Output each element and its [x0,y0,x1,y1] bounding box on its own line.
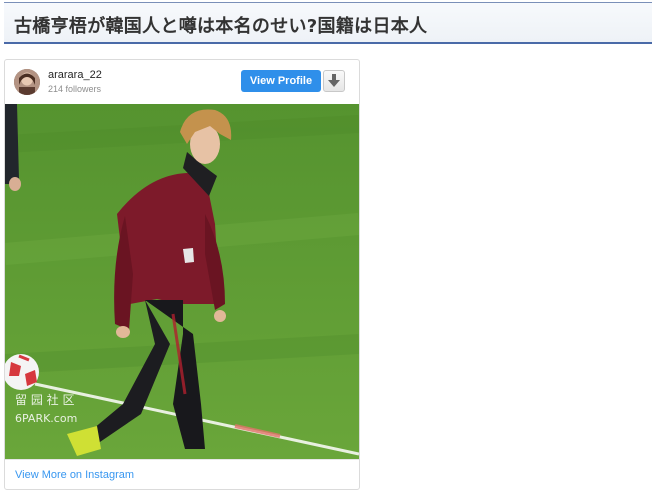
avatar[interactable] [14,69,40,95]
svg-text:留 园 社 区: 留 园 社 区 [15,392,74,407]
instagram-embed-footer: View More on Instagram [5,459,359,489]
follower-count: 214 followers [48,84,102,94]
view-profile-button[interactable]: View Profile [241,70,321,92]
instagram-embed-card: ararara_22 214 followers View Profile 留 … [4,59,360,490]
article-header: 古橋亨梧が韓国人と噂は本名のせい?国籍は日本人 [4,2,652,44]
username[interactable]: ararara_22 [48,69,102,81]
article-title: 古橋亨梧が韓国人と噂は本名のせい?国籍は日本人 [14,16,428,37]
svg-text:6PARK.com: 6PARK.com [15,412,77,425]
instagram-photo[interactable]: 留 园 社 区 6PARK.com [5,104,359,459]
download-button[interactable] [323,70,345,92]
download-arrow-icon [328,74,340,87]
instagram-embed-header: ararara_22 214 followers View Profile [5,60,359,104]
view-more-on-instagram-link[interactable]: View More on Instagram [15,469,134,481]
